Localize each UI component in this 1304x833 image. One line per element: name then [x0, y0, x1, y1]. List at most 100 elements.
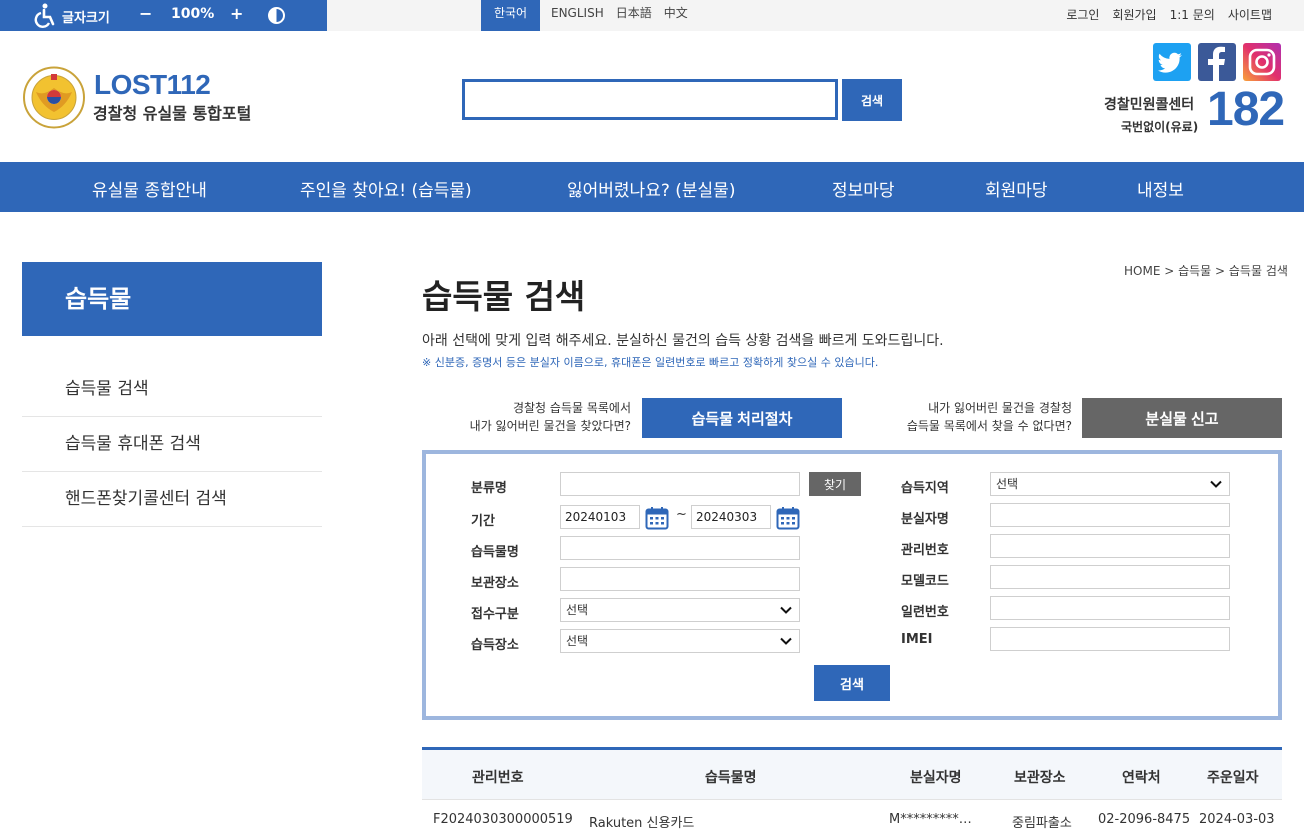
guide-right-line2: 습득물 목록에서 찾을 수 없다면?	[906, 419, 1072, 433]
found-procedure-button[interactable]: 습득물 처리절차	[642, 398, 842, 438]
loser-name-input[interactable]	[990, 503, 1230, 527]
period-separator: ~	[676, 507, 687, 522]
font-decrease-button[interactable]: −	[139, 4, 152, 23]
font-size-label: 글자크기	[62, 11, 110, 26]
found-place-select[interactable]: 선택	[560, 629, 800, 653]
th-contact[interactable]: 연락처	[1122, 767, 1161, 787]
nav-item-found[interactable]: 주인을 찾아요! (습득물)	[300, 176, 472, 201]
th-manage-no[interactable]: 관리번호	[472, 767, 524, 787]
facebook-icon[interactable]	[1198, 43, 1236, 81]
nav-item-lost[interactable]: 잃어버렸나요? (분실물)	[567, 176, 735, 201]
sidebar-item-phone-search[interactable]: 습득물 휴대폰 검색	[22, 417, 322, 472]
item-name-input[interactable]	[560, 536, 800, 560]
lang-english[interactable]: ENGLISH	[545, 0, 610, 31]
call-center-title: 경찰민원콜센터	[1104, 97, 1195, 113]
header-search-button[interactable]: 검색	[842, 79, 902, 121]
call-center-number: 182	[1207, 83, 1285, 136]
guide-left-line1: 경찰청 습득물 목록에서	[512, 401, 631, 415]
cell-item-name[interactable]: Rakuten 신용카드	[589, 812, 694, 831]
utility-links: 로그인 회원가입 1:1 문의 사이트맵	[1066, 6, 1272, 23]
call-center-subtitle: 국번없이(유료)	[1121, 120, 1199, 134]
storage-label: 보관장소	[471, 576, 519, 591]
police-emblem-icon[interactable]	[22, 66, 86, 129]
cell-found-date: 2024-03-03	[1199, 812, 1275, 827]
region-select-value: 선택	[996, 477, 1019, 491]
serial-label: 일련번호	[901, 605, 949, 620]
zoom-level: 100%	[171, 6, 215, 22]
storage-input[interactable]	[560, 567, 800, 591]
chevron-down-icon	[780, 637, 792, 645]
start-calendar-icon[interactable]	[645, 506, 669, 530]
guide-left-text: 경찰청 습득물 목록에서 내가 잃어버린 물건을 찾았다면?	[455, 399, 631, 435]
th-item-name[interactable]: 습득물명	[705, 767, 757, 787]
page-description: 아래 선택에 맞게 입력 해주세요. 분실하신 물건의 습득 상황 검색을 빠르…	[422, 333, 944, 349]
reception-select-value: 선택	[566, 603, 589, 617]
found-place-select-value: 선택	[566, 634, 589, 648]
nav-item-info[interactable]: 정보마당	[832, 176, 895, 201]
end-calendar-icon[interactable]	[776, 506, 800, 530]
nav-item-member[interactable]: 회원마당	[985, 176, 1048, 201]
page-note: ※ 신분증, 증명서 등은 분실자 이름으로, 휴대폰은 일련번호로 빠르고 정…	[422, 356, 879, 369]
site-logo-subtitle: 경찰청 유실물 통합포털	[93, 104, 252, 123]
found-place-label: 습득장소	[471, 638, 519, 653]
site-logo-title[interactable]: LOST112	[94, 69, 211, 101]
region-select[interactable]: 선택	[990, 472, 1230, 496]
signup-link[interactable]: 회원가입	[1112, 6, 1156, 23]
inquiry-link[interactable]: 1:1 문의	[1170, 6, 1215, 23]
category-input[interactable]	[560, 472, 800, 496]
sidebar-item-found-search[interactable]: 습득물 검색	[22, 362, 322, 417]
start-date-input[interactable]	[560, 505, 640, 529]
th-found-date[interactable]: 주운일자	[1207, 767, 1259, 787]
breadcrumb: HOME > 습득물 > 습득물 검색	[1124, 264, 1288, 278]
lang-korean[interactable]: 한국어	[481, 0, 540, 31]
loser-name-label: 분실자명	[901, 512, 949, 527]
cell-storage: 중림파출소	[1012, 816, 1072, 831]
end-date-input[interactable]	[691, 505, 771, 529]
guide-right-line1: 내가 잃어버린 물건을 경찰청	[928, 401, 1072, 415]
imei-label: IMEI	[901, 632, 933, 647]
sitemap-link[interactable]: 사이트맵	[1228, 6, 1272, 23]
contrast-icon[interactable]	[268, 7, 285, 24]
accessibility-bar: 글자크기 − 100% +	[0, 0, 327, 31]
page-title: 습득물 검색	[422, 277, 586, 316]
wheelchair-icon	[34, 3, 55, 28]
reception-select[interactable]: 선택	[560, 598, 800, 622]
th-storage[interactable]: 보관장소	[1014, 767, 1066, 787]
twitter-icon[interactable]	[1153, 43, 1191, 81]
utility-bar: 글자크기 − 100% + 한국어 ENGLISH 日本語 中文 로그인 회원가…	[0, 0, 1304, 31]
reception-label: 접수구분	[471, 607, 519, 622]
imei-input[interactable]	[990, 627, 1230, 651]
cell-manage-no[interactable]: F2024030300000519	[433, 812, 573, 827]
nav-item-myinfo[interactable]: 내정보	[1137, 176, 1184, 201]
form-search-button[interactable]: 검색	[814, 665, 890, 701]
manage-no-label: 관리번호	[901, 543, 949, 558]
category-label: 분류명	[471, 481, 507, 496]
lang-chinese[interactable]: 中文	[658, 0, 694, 31]
instagram-icon[interactable]	[1243, 43, 1281, 81]
cell-contact: 02-2096-8475	[1098, 812, 1191, 827]
th-loser-name[interactable]: 분실자명	[910, 767, 962, 787]
header-search-input[interactable]	[462, 79, 838, 120]
item-name-label: 습득물명	[471, 545, 519, 560]
main-navigation: 유실물 종합안내 주인을 찾아요! (습득물) 잃어버렸나요? (분실물) 정보…	[0, 162, 1304, 212]
model-code-label: 모델코드	[901, 574, 949, 589]
lost-report-button[interactable]: 분실물 신고	[1082, 398, 1282, 438]
manage-no-input[interactable]	[990, 534, 1230, 558]
period-label: 기간	[471, 514, 495, 529]
guide-left-line2: 내가 잃어버린 물건을 찾았다면?	[469, 419, 631, 433]
nav-item-guide[interactable]: 유실물 종합안내	[92, 176, 207, 201]
guide-right-text: 내가 잃어버린 물건을 경찰청 습득물 목록에서 찾을 수 없다면?	[880, 399, 1072, 435]
sidebar-item-callcenter-search[interactable]: 핸드폰찾기콜센터 검색	[22, 472, 322, 527]
cell-loser-name: M*********…	[889, 812, 972, 827]
chevron-down-icon	[1210, 480, 1222, 488]
category-find-button[interactable]: 찾기	[809, 472, 861, 496]
sidebar-title: 습득물	[22, 262, 322, 336]
region-label: 습득지역	[901, 481, 949, 496]
lang-japanese[interactable]: 日本語	[610, 0, 658, 31]
serial-input[interactable]	[990, 596, 1230, 620]
font-increase-button[interactable]: +	[230, 4, 243, 23]
model-code-input[interactable]	[990, 565, 1230, 589]
login-link[interactable]: 로그인	[1066, 6, 1099, 23]
language-selector: 한국어 ENGLISH 日本語 中文	[481, 0, 694, 31]
chevron-down-icon	[780, 606, 792, 614]
